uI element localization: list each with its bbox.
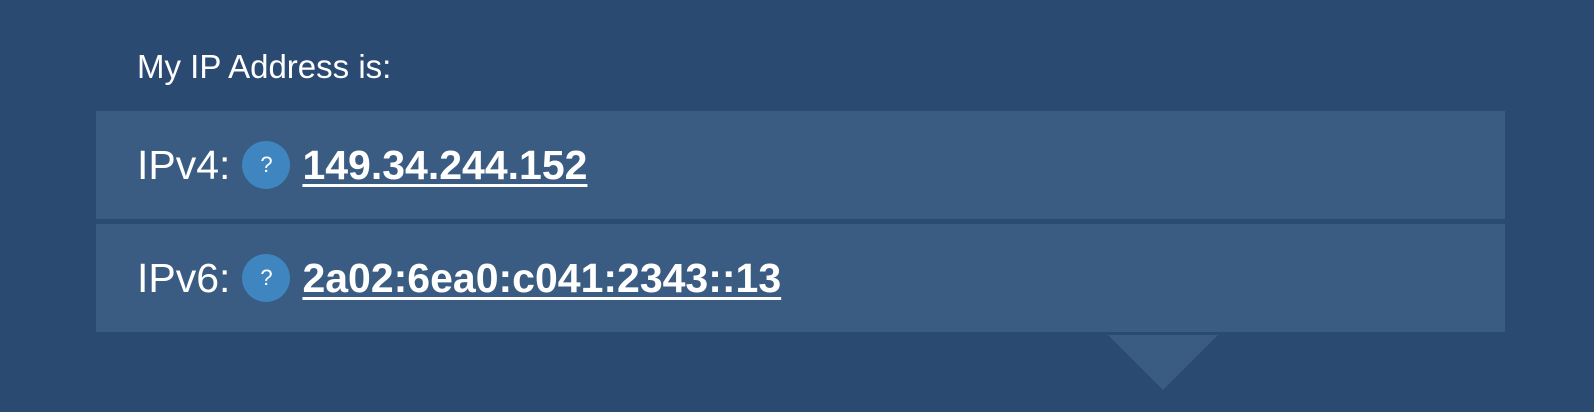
ipv4-address-link[interactable]: 149.34.244.152 (302, 142, 587, 189)
ipv4-label: IPv4: (137, 141, 231, 188)
ipv6-label: IPv6: (137, 254, 231, 301)
ip-address-panel: IPv4: ? 149.34.244.152 IPv6: ? 2a02:6ea0… (96, 111, 1505, 332)
ipv4-help-icon[interactable]: ? (242, 141, 291, 189)
ipv6-address-link[interactable]: 2a02:6ea0:c041:2343::13 (302, 255, 781, 302)
ipv6-help-icon[interactable]: ? (242, 254, 291, 302)
panel-pointer-arrow (1108, 335, 1218, 390)
ipv4-row: IPv4: ? 149.34.244.152 (96, 111, 1505, 219)
page-heading: My IP Address is: (137, 48, 392, 85)
ipv6-row: IPv6: ? 2a02:6ea0:c041:2343::13 (96, 224, 1505, 332)
